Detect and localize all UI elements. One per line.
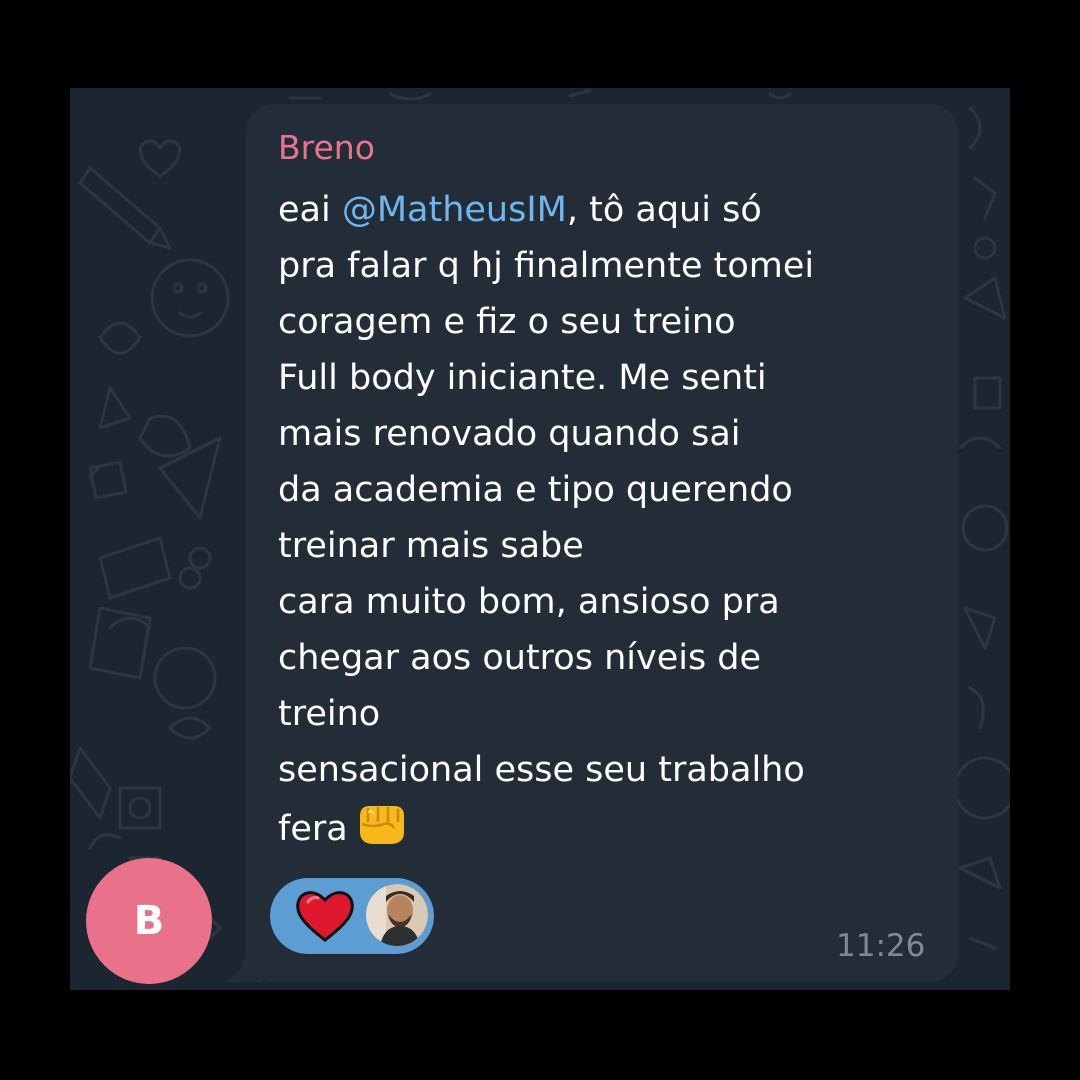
message-line-text: fera [278,809,348,849]
message-line-text: eai [278,190,342,230]
fist-emoji-icon [359,806,404,844]
message-line: da academia e tipo querendo [278,470,793,510]
message-line: treinar mais sabe [278,526,584,566]
message-line: chegar aos outros níveis de [278,638,762,678]
message-line: Full body iniciante. Me senti [278,358,767,398]
chat-window: Breno eai @MatheusIM, tô aqui só pra fal… [70,88,1010,990]
reactor-avatar[interactable] [366,884,428,946]
mention-link[interactable]: @MatheusIM [342,190,567,230]
message-timestamp: 11:26 [836,928,926,964]
message-line: cara muito bom, ansioso pra [278,582,780,622]
sender-name[interactable]: Breno [278,128,375,167]
message-line-text: , tô aqui só [566,190,762,230]
message-line: mais renovado quando sai [278,414,741,454]
message-line: coragem e fiz o seu treino [278,302,736,342]
reaction-pill[interactable] [270,878,434,954]
message-line: eai @MatheusIM, tô aqui só [278,182,938,238]
heart-emoji-icon [296,891,354,942]
message-line: fera [278,798,938,857]
reactor-avatar-image [366,884,428,946]
message-line: treino [278,694,381,734]
message-text: eai @MatheusIM, tô aqui só pra falar q h… [278,182,938,857]
message-line: sensacional esse seu trabalho [278,750,805,790]
message-line: pra falar q hj finalmente tomei [278,246,815,286]
sender-avatar[interactable]: B [86,858,212,984]
avatar-initial: B [133,898,165,944]
